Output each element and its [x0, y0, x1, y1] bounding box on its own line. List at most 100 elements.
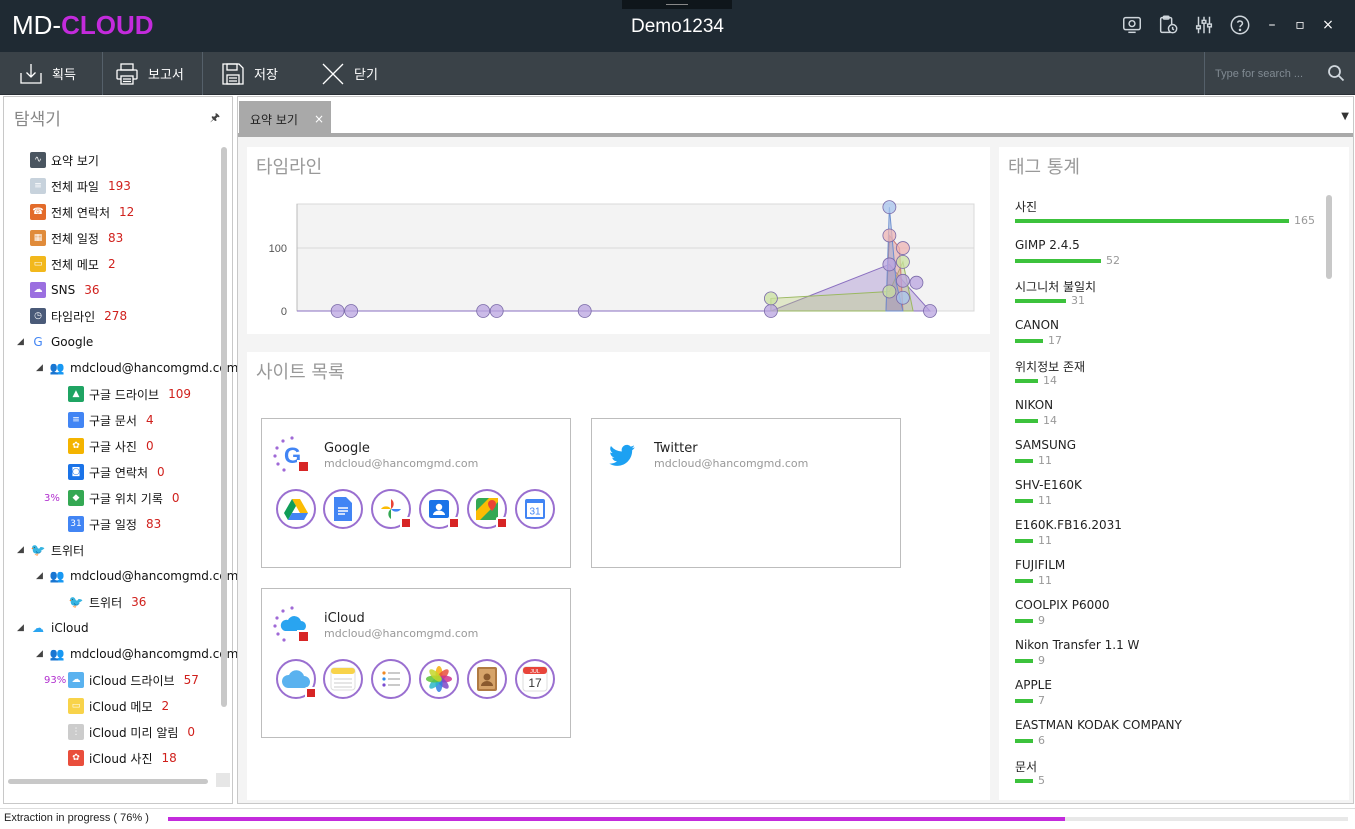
google-contacts-service-icon[interactable]: [419, 489, 460, 529]
tag-stats-title: 태그 통계: [1008, 157, 1080, 178]
google-maps-service-icon[interactable]: [467, 489, 508, 529]
minimize-button[interactable]: –: [1265, 17, 1279, 33]
explorer-item[interactable]: ◢ G Google: [17, 331, 93, 353]
tab-summary-label: 요약 보기: [250, 112, 298, 127]
window-grip[interactable]: [622, 0, 732, 9]
google-calendar-day-text: 31: [529, 507, 541, 518]
google-photos-icon: ✿: [68, 438, 84, 454]
clipboard-clock-icon[interactable]: [1157, 14, 1179, 36]
explorer-item[interactable]: ▦ 전체 일정 83: [30, 227, 123, 249]
tag-list-scrollbar[interactable]: [1326, 195, 1332, 279]
expand-arrow-icon[interactable]: ◢: [17, 545, 27, 555]
tag-row[interactable]: 위치정보 존재 14: [1015, 358, 1325, 398]
expand-arrow-icon[interactable]: ◢: [36, 649, 46, 659]
tab-close-icon[interactable]: ×: [314, 112, 324, 126]
screenshot-icon[interactable]: [1121, 14, 1143, 36]
google-docs-service-icon[interactable]: [323, 489, 363, 529]
tag-row[interactable]: COOLPIX P6000 9: [1015, 598, 1325, 638]
icloud-photos-service-icon[interactable]: [419, 659, 459, 699]
explorer-item-label: 요약 보기: [51, 153, 99, 168]
tag-row[interactable]: EASTMAN KODAK COMPANY 6: [1015, 718, 1325, 758]
maximize-button[interactable]: ▫: [1293, 17, 1307, 33]
expand-arrow-icon[interactable]: ◢: [36, 571, 46, 581]
explorer-item[interactable]: ◢ ☁ iCloud: [17, 617, 89, 639]
explorer-item-label: iCloud 미리 알림: [89, 725, 179, 740]
tag-row[interactable]: CANON 17: [1015, 318, 1325, 358]
explorer-item-label: 전체 연락처: [51, 205, 111, 220]
explorer-item[interactable]: ◢ 👥 mdcloud@hancomgmd.com: [36, 643, 238, 665]
google-drive-service-icon[interactable]: [276, 489, 316, 529]
google-icon: G: [30, 334, 46, 350]
explorer-item[interactable]: 3% ◆ 구글 위치 기록 0: [44, 487, 180, 509]
tag-row[interactable]: NIKON 14: [1015, 398, 1325, 438]
explorer-item-count: 0: [145, 439, 154, 453]
sliders-icon[interactable]: [1193, 14, 1215, 36]
users-icon: 👥: [49, 568, 65, 584]
explorer-item[interactable]: ∿ 요약 보기: [30, 149, 99, 171]
explorer-item[interactable]: ☁ SNS 36: [30, 279, 100, 301]
explorer-item[interactable]: 31 구글 일정 83: [68, 513, 161, 535]
acquire-button[interactable]: 획득: [0, 52, 102, 95]
explorer-item[interactable]: ⋮ iCloud 미리 알림 0: [68, 721, 195, 743]
data-point: [896, 241, 910, 255]
explorer-item[interactable]: ◷ 타임라인 278: [30, 305, 127, 327]
explorer-item[interactable]: ▲ 구글 드라이브 109: [68, 383, 191, 405]
help-icon[interactable]: [1229, 14, 1251, 36]
tab-summary[interactable]: 요약 보기 ×: [239, 101, 331, 137]
data-point: [882, 284, 897, 299]
search-input[interactable]: [1215, 64, 1321, 84]
site-google-email: mdcloud@hancomgmd.com: [324, 457, 479, 470]
pin-icon[interactable]: 🖈: [210, 109, 220, 128]
explorer-horizontal-scrollbar[interactable]: [8, 779, 208, 784]
save-button[interactable]: 저장: [202, 52, 302, 95]
explorer-item[interactable]: ▭ 전체 메모 2: [30, 253, 116, 275]
explorer-item[interactable]: 93% ☁ iCloud 드라이브 57: [44, 669, 199, 691]
explorer-item[interactable]: ≡ 전체 파일 193: [30, 175, 131, 197]
explorer-item[interactable]: ✿ iCloud 사진 18: [68, 747, 177, 769]
close-button[interactable]: 닫기: [302, 52, 402, 95]
icloud-contacts-service-icon[interactable]: [467, 659, 507, 699]
tag-row[interactable]: E160K.FB16.2031 11: [1015, 518, 1325, 558]
tag-row[interactable]: 사진 165: [1015, 198, 1325, 238]
tag-row[interactable]: GIMP 2.4.5 52: [1015, 238, 1325, 278]
data-point: [489, 304, 504, 318]
explorer-item[interactable]: ◢ 🐦 트위터: [17, 539, 84, 561]
explorer-item[interactable]: ✿ 구글 사진 0: [68, 435, 154, 457]
tag-row[interactable]: SHV-E160K 11: [1015, 478, 1325, 518]
tag-count: 9: [1038, 654, 1045, 667]
explorer-item[interactable]: ▭ iCloud 메모 2: [68, 695, 169, 717]
site-google[interactable]: G Google mdcloud@hancomgmd.com 31: [261, 418, 571, 568]
report-button[interactable]: 보고서: [96, 52, 202, 95]
explorer-item[interactable]: 🐦 트위터 36: [68, 591, 146, 613]
icloud-reminders-service-icon[interactable]: [371, 659, 411, 699]
expand-arrow-icon[interactable]: ◢: [17, 623, 27, 633]
google-photos-service-icon[interactable]: [371, 489, 412, 529]
tag-row[interactable]: APPLE 7: [1015, 678, 1325, 718]
site-twitter[interactable]: Twitter mdcloud@hancomgmd.com: [591, 418, 901, 568]
google-calendar-service-icon[interactable]: 31: [515, 489, 555, 529]
site-icloud[interactable]: iCloud mdcloud@hancomgmd.com JUL 17: [261, 588, 571, 738]
tag-row[interactable]: FUJIFILM 11: [1015, 558, 1325, 598]
icloud-calendar-service-icon[interactable]: JUL 17: [515, 659, 555, 699]
expand-arrow-icon[interactable]: ◢: [36, 363, 46, 373]
explorer-item[interactable]: ◢ 👥 mdcloud@hancomgmd.com: [36, 357, 238, 379]
explorer-item[interactable]: ◙ 구글 연락처 0: [68, 461, 165, 483]
tab-list-dropdown-icon[interactable]: ▼: [1341, 111, 1349, 122]
icloud-notes-service-icon[interactable]: [323, 659, 363, 699]
explorer-vertical-scrollbar[interactable]: [221, 147, 227, 707]
explorer-item[interactable]: ☎ 전체 연락처 12: [30, 201, 134, 223]
site-icloud-name: iCloud: [324, 611, 365, 626]
tab-bar: 요약 보기 × ▼: [238, 97, 1353, 137]
explorer-title: 탐색기: [14, 110, 61, 130]
explorer-item[interactable]: ◢ 👥 mdcloud@hancomgmd.com: [36, 565, 238, 587]
tag-bar: [1015, 299, 1066, 303]
tag-row[interactable]: 문서 5: [1015, 758, 1325, 798]
tag-row[interactable]: SAMSUNG 11: [1015, 438, 1325, 478]
close-window-button[interactable]: ×: [1321, 17, 1335, 33]
icloud-drive-service-icon[interactable]: [276, 659, 317, 699]
tag-row[interactable]: 시그니처 불일치 31: [1015, 278, 1325, 318]
explorer-item[interactable]: ≡ 구글 문서 4: [68, 409, 154, 431]
tag-row[interactable]: Nikon Transfer 1.1 W 9: [1015, 638, 1325, 678]
expand-arrow-icon[interactable]: ◢: [17, 337, 27, 347]
search-icon[interactable]: [1327, 64, 1345, 82]
